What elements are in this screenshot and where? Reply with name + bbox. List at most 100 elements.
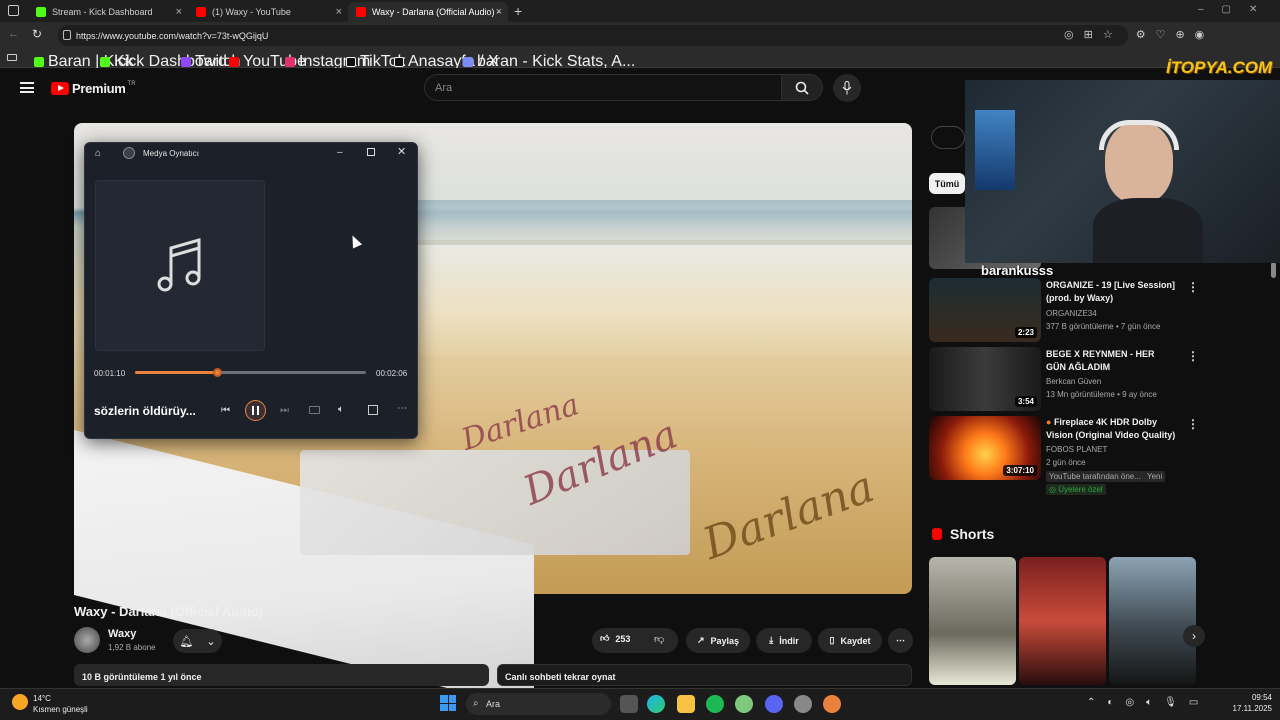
- close-tab-icon[interactable]: ×: [176, 6, 182, 18]
- rec-more-icon[interactable]: ⋮: [1187, 417, 1199, 431]
- previous-icon[interactable]: ⏮: [221, 405, 230, 416]
- back-icon[interactable]: ←: [8, 28, 19, 40]
- tab-waxy-youtube[interactable]: (1) Waxy - YouTube ×: [188, 2, 348, 22]
- sidebar-filter-pill[interactable]: [931, 126, 965, 149]
- refresh-icon[interactable]: ↻: [32, 27, 42, 41]
- short-thumbnail[interactable]: [1109, 557, 1196, 685]
- new-badge: Yeni: [1144, 471, 1166, 482]
- subscribe-bell-button[interactable]: 🔔︎ ⌄: [173, 629, 222, 653]
- taskbar-search[interactable]: Ara: [466, 693, 611, 715]
- channel-name[interactable]: Waxy: [108, 628, 136, 640]
- download-button[interactable]: ⤓ İndir: [756, 628, 812, 653]
- album-art: [95, 180, 265, 351]
- shorts-next-button[interactable]: ›: [1183, 625, 1205, 647]
- maximize-button[interactable]: [367, 148, 375, 156]
- pause-button[interactable]: [245, 400, 266, 421]
- more-options-icon[interactable]: ⋯: [397, 403, 407, 414]
- start-icon[interactable]: [440, 695, 456, 711]
- filter-chip-all[interactable]: Tümü: [929, 173, 965, 194]
- caption-icon[interactable]: [309, 406, 320, 414]
- save-button[interactable]: ▯ Kaydet: [818, 628, 882, 653]
- system-tray-icons[interactable]: ⌃◐◎🔈︎🎙︎▭: [1087, 697, 1210, 708]
- minimize-button[interactable]: –: [337, 147, 343, 158]
- close-tab-icon[interactable]: ×: [496, 6, 502, 18]
- thumbs-down-icon: 👎︎: [654, 634, 665, 645]
- kick-icon: [36, 7, 46, 17]
- search-icon: [795, 81, 809, 95]
- weather-widget[interactable]: 14°C Kısmen güneşli: [33, 693, 88, 715]
- seek-bar-fill: [135, 371, 219, 374]
- voice-search-button[interactable]: [833, 74, 861, 102]
- close-tab-icon[interactable]: ×: [336, 6, 342, 18]
- youtube-logo[interactable]: Premium TR: [51, 81, 136, 96]
- share-icon: ↗: [696, 635, 705, 645]
- extension-icons[interactable]: ◎⊞☆ ⚙♡⊕◉: [1064, 28, 1214, 41]
- media-player-title: Medya Oynatıcı: [143, 149, 200, 158]
- rec-thumbnail[interactable]: 3:54: [929, 347, 1041, 411]
- chat-replay-button[interactable]: Canlı sohbeti tekrar oynat: [497, 664, 912, 686]
- site-info-icon[interactable]: [63, 30, 71, 40]
- discord-icon[interactable]: [765, 695, 783, 713]
- home-icon[interactable]: ⌂: [95, 148, 101, 159]
- more-actions-button[interactable]: ⋯: [888, 628, 913, 653]
- rec-title[interactable]: ORGANIZE - 19 [Live Session] (prod. by W…: [1046, 279, 1176, 305]
- scrollbar[interactable]: [1271, 262, 1276, 278]
- rec-more-icon[interactable]: ⋮: [1187, 349, 1199, 363]
- weather-icon[interactable]: [12, 694, 28, 710]
- bell-icon: 🔔︎: [179, 635, 194, 648]
- clock[interactable]: 09:54 17.11.2025: [1222, 692, 1272, 714]
- chevron-down-icon: ⌄: [206, 635, 216, 648]
- new-tab-button[interactable]: +: [514, 3, 522, 19]
- avatar[interactable]: [74, 627, 100, 653]
- volume-icon[interactable]: 🔈︎: [338, 404, 344, 415]
- next-icon[interactable]: ⏭: [280, 405, 289, 416]
- tab-darlana[interactable]: Waxy - Darlana (Official Audio) - ×: [348, 2, 508, 22]
- chrome-icon[interactable]: [794, 695, 812, 713]
- edge-icon[interactable]: [647, 695, 665, 713]
- rec-channel[interactable]: Berkcan Güven: [1046, 377, 1101, 386]
- mini-player-icon[interactable]: [368, 405, 378, 415]
- rec-meta: 13 Mn görüntüleme • 9 ay önce: [1046, 390, 1157, 399]
- description-box[interactable]: 10 B görüntüleme 1 yıl önce: [74, 664, 489, 686]
- webcam-overlay: [965, 80, 1280, 263]
- more-icon: ⋯: [896, 635, 905, 645]
- youtube-icon: [229, 57, 239, 67]
- share-button[interactable]: ↗ Paylaş: [686, 628, 750, 653]
- tab-actions-icon[interactable]: [8, 5, 19, 16]
- rec-more-icon[interactable]: ⋮: [1187, 280, 1199, 294]
- short-thumbnail[interactable]: [1019, 557, 1106, 685]
- task-view-icon[interactable]: [620, 695, 638, 713]
- window-controls[interactable]: –▢✕: [1198, 4, 1275, 15]
- media-player-taskbar-icon[interactable]: [823, 695, 841, 713]
- rec-channel[interactable]: FOBOS PLANET: [1046, 445, 1107, 454]
- fire-icon: ●: [1046, 417, 1054, 427]
- mic-icon: [842, 81, 852, 95]
- rec-thumbnail[interactable]: 3:07:10: [929, 416, 1041, 480]
- rec-channel[interactable]: ORGANIZE34: [1046, 309, 1097, 318]
- search-button[interactable]: [781, 74, 823, 101]
- kick-icon: [100, 57, 110, 67]
- file-explorer-icon[interactable]: [677, 695, 695, 713]
- like-button[interactable]: 👍︎ 253: [600, 633, 630, 644]
- youtube-play-icon: [51, 82, 69, 95]
- menu-icon[interactable]: [20, 82, 34, 93]
- video-frame-sea: [417, 200, 912, 240]
- thumbs-up-icon: 👍︎: [600, 633, 610, 643]
- tab-kick-dashboard[interactable]: Stream - Kick Dashboard ×: [28, 2, 188, 22]
- app-icon[interactable]: [735, 695, 753, 713]
- close-button[interactable]: ✕: [397, 145, 406, 158]
- video-frame-wave: [417, 245, 912, 355]
- rec-thumbnail[interactable]: 2:23: [929, 278, 1041, 342]
- rec-title[interactable]: BEGE X REYNMEN - HER GÜN AĞLADIM: [1046, 348, 1176, 374]
- short-thumbnail[interactable]: [929, 557, 1016, 685]
- spotify-icon[interactable]: [706, 695, 724, 713]
- rec-title[interactable]: ● Fireplace 4K HDR Dolby Vision (Origina…: [1046, 416, 1176, 442]
- url-input[interactable]: https://www.youtube.com/watch?v=73t-wQGi…: [58, 25, 1128, 46]
- rec-meta: 377 B görüntüleme • 7 gün önce: [1046, 322, 1161, 331]
- streamer-name: barankusss: [981, 263, 1054, 278]
- bookmark-bar-icon: [7, 54, 17, 61]
- search-icon: ⌕: [473, 698, 479, 709]
- search-input[interactable]: Ara: [424, 74, 782, 101]
- twitch-icon: [181, 57, 191, 67]
- dislike-button[interactable]: 👎︎: [654, 633, 664, 645]
